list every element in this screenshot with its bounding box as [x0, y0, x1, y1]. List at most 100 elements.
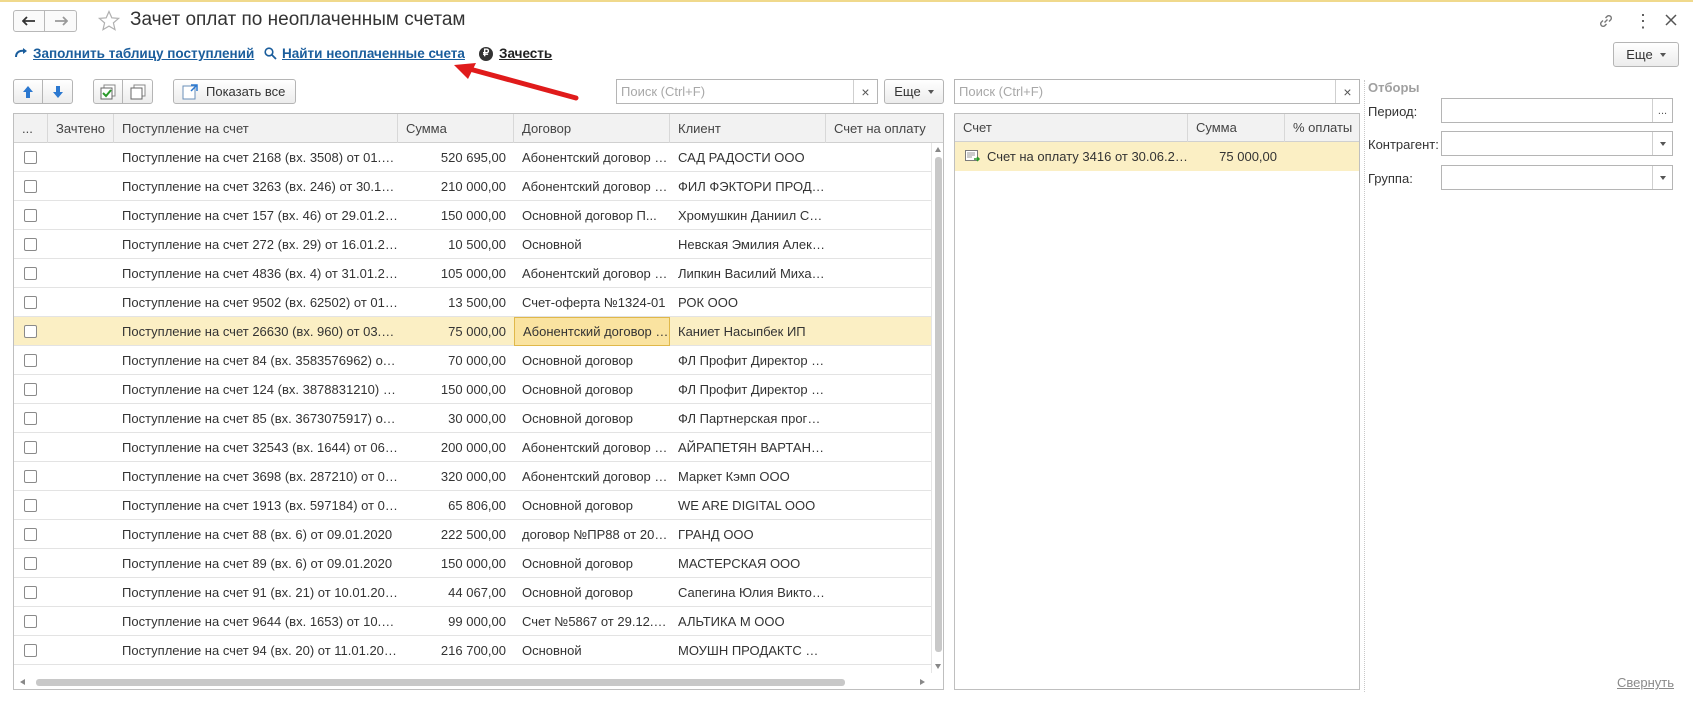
chevron-down-icon	[927, 89, 934, 94]
filters-title: Отборы	[1368, 80, 1420, 95]
search-left-field[interactable]: ×	[616, 79, 878, 104]
window-menu-icon[interactable]: ⋮	[1634, 11, 1652, 31]
forward-button[interactable]	[45, 10, 77, 32]
table-row[interactable]: Поступление на счет 91 (вх. 21) от 10.01…	[14, 578, 931, 607]
table-row[interactable]: Поступление на счет 94 (вх. 20) от 11.01…	[14, 636, 931, 665]
receipts-table[interactable]: ... Зачтено Поступление на счет Сумма До…	[13, 113, 944, 690]
uncheck-all-icon	[130, 84, 145, 99]
client-cell: МОУШН ПРОДАКТС ООО	[678, 643, 826, 658]
vertical-scrollbar[interactable]	[931, 143, 943, 673]
table-row[interactable]: Поступление на счет 88 (вх. 6) от 09.01.…	[14, 520, 931, 549]
col-header-contract[interactable]: Договор	[514, 114, 670, 143]
col-header-invoice[interactable]: Счет на оплату	[826, 114, 931, 143]
contract-cell: Основной договор	[522, 585, 633, 600]
find-unpaid-command[interactable]: Найти неоплаченные счета	[264, 46, 465, 61]
row-checkbox[interactable]	[24, 528, 37, 541]
collapse-filters-link[interactable]: Свернуть	[1617, 675, 1674, 690]
row-checkbox[interactable]	[24, 354, 37, 367]
table-row[interactable]: Поступление на счет 26630 (вх. 960) от 0…	[14, 317, 931, 346]
scroll-right-icon[interactable]	[920, 679, 925, 685]
group-field[interactable]	[1441, 165, 1673, 190]
row-checkbox[interactable]	[24, 296, 37, 309]
window-top-border	[0, 0, 1693, 2]
scroll-down-icon[interactable]	[935, 664, 941, 669]
row-checkbox[interactable]	[24, 383, 37, 396]
scroll-left-icon[interactable]	[20, 679, 25, 685]
table-row[interactable]: Поступление на счет 3263 (вх. 246) от 30…	[14, 172, 931, 201]
row-checkbox[interactable]	[24, 238, 37, 251]
row-checkbox[interactable]	[24, 267, 37, 280]
row-checkbox[interactable]	[24, 470, 37, 483]
row-checkbox[interactable]	[24, 412, 37, 425]
table-row[interactable]: Поступление на счет 157 (вх. 46) от 29.0…	[14, 201, 931, 230]
row-checkbox[interactable]	[24, 441, 37, 454]
scrollbar-thumb[interactable]	[935, 157, 942, 652]
row-checkbox[interactable]	[24, 557, 37, 570]
col-header-amount[interactable]: Сумма	[398, 114, 514, 143]
table-row[interactable]: Поступление на счет 124 (вх. 3878831210)…	[14, 375, 931, 404]
row-checkbox[interactable]	[24, 151, 37, 164]
clear-search-left-icon[interactable]: ×	[853, 80, 877, 103]
table-row[interactable]: Поступление на счет 272 (вх. 29) от 16.0…	[14, 230, 931, 259]
table-row[interactable]: Поступление на счет 84 (вх. 3583576962) …	[14, 346, 931, 375]
invoices-table[interactable]: Счет Сумма % оплаты Счет на оплату 3416 …	[954, 113, 1360, 690]
uncheck-all-button[interactable]	[122, 79, 153, 104]
fill-table-command[interactable]: Заполнить таблицу поступлений	[14, 46, 254, 61]
horizontal-scrollbar[interactable]	[14, 675, 931, 689]
clear-search-right-icon[interactable]: ×	[1335, 80, 1359, 103]
row-checkbox[interactable]	[24, 615, 37, 628]
col-header-amount[interactable]: Сумма	[1188, 114, 1285, 142]
receipt-cell: Поступление на счет 2168 (вх. 3508) от 0…	[122, 150, 398, 165]
row-checkbox[interactable]	[24, 644, 37, 657]
row-checkbox[interactable]	[24, 180, 37, 193]
table-more-button[interactable]: Еще	[884, 79, 944, 104]
table-row[interactable]: Поступление на счет 89 (вх. 6) от 09.01.…	[14, 549, 931, 578]
check-all-icon	[100, 84, 116, 99]
link-icon[interactable]	[1597, 12, 1615, 30]
table-row[interactable]: Поступление на счет 3698 (вх. 287210) от…	[14, 462, 931, 491]
table-row[interactable]: Поступление на счет 2168 (вх. 3508) от 0…	[14, 143, 931, 172]
row-checkbox[interactable]	[24, 325, 37, 338]
row-checkbox[interactable]	[24, 586, 37, 599]
client-cell: Невская Эмилия Алексеевна	[678, 237, 826, 252]
scrollbar-thumb[interactable]	[36, 679, 845, 686]
check-all-button[interactable]	[93, 79, 123, 104]
receipt-cell: Поступление на счет 272 (вх. 29) от 16.0…	[122, 237, 398, 252]
offset-command[interactable]: ₽ Зачесть	[479, 46, 552, 61]
counterparty-field[interactable]	[1441, 131, 1673, 156]
col-header-invoice[interactable]: Счет	[955, 114, 1188, 142]
favorite-star-icon[interactable]	[97, 9, 121, 33]
search-right-field[interactable]: ×	[954, 79, 1360, 104]
col-header-percent[interactable]: % оплаты	[1285, 114, 1359, 142]
table-row[interactable]: Поступление на счет 1913 (вх. 597184) от…	[14, 491, 931, 520]
receipt-cell: Поступление на счет 88 (вх. 6) от 09.01.…	[122, 527, 393, 542]
search-right-input[interactable]	[955, 80, 1335, 103]
col-header-menu[interactable]: ...	[14, 114, 48, 143]
table-row[interactable]: Поступление на счет 9502 (вх. 62502) от …	[14, 288, 931, 317]
client-cell: ГРАНД ООО	[678, 527, 754, 542]
counterparty-dropdown-button[interactable]	[1652, 132, 1672, 155]
fill-table-label: Заполнить таблицу поступлений	[33, 46, 255, 61]
table-row[interactable]: Поступление на счет 4836 (вх. 4) от 31.0…	[14, 259, 931, 288]
table-row[interactable]: Поступление на счет 32543 (вх. 1644) от …	[14, 433, 931, 462]
group-dropdown-button[interactable]	[1652, 166, 1672, 189]
period-select-button[interactable]: ...	[1652, 99, 1672, 122]
move-down-button[interactable]	[42, 79, 73, 104]
show-all-button[interactable]: Показать все	[173, 79, 296, 104]
arrow-left-icon	[22, 16, 35, 26]
table-row[interactable]: Поступление на счет 9644 (вх. 1653) от 1…	[14, 607, 931, 636]
more-menu-button[interactable]: Еще	[1613, 42, 1679, 67]
back-button[interactable]	[13, 10, 45, 32]
search-left-input[interactable]	[617, 80, 853, 103]
scroll-up-icon[interactable]	[935, 147, 941, 152]
table-row[interactable]: Счет на оплату 3416 от 30.06.2020 75 000…	[955, 142, 1359, 171]
row-checkbox[interactable]	[24, 499, 37, 512]
col-header-receipt[interactable]: Поступление на счет	[114, 114, 398, 143]
move-up-button[interactable]	[13, 79, 43, 104]
period-field[interactable]: ...	[1441, 98, 1673, 123]
table-row[interactable]: Поступление на счет 85 (вх. 3673075917) …	[14, 404, 931, 433]
close-icon[interactable]	[1663, 12, 1679, 28]
col-header-credited[interactable]: Зачтено	[48, 114, 114, 143]
col-header-client[interactable]: Клиент	[670, 114, 826, 143]
row-checkbox[interactable]	[24, 209, 37, 222]
